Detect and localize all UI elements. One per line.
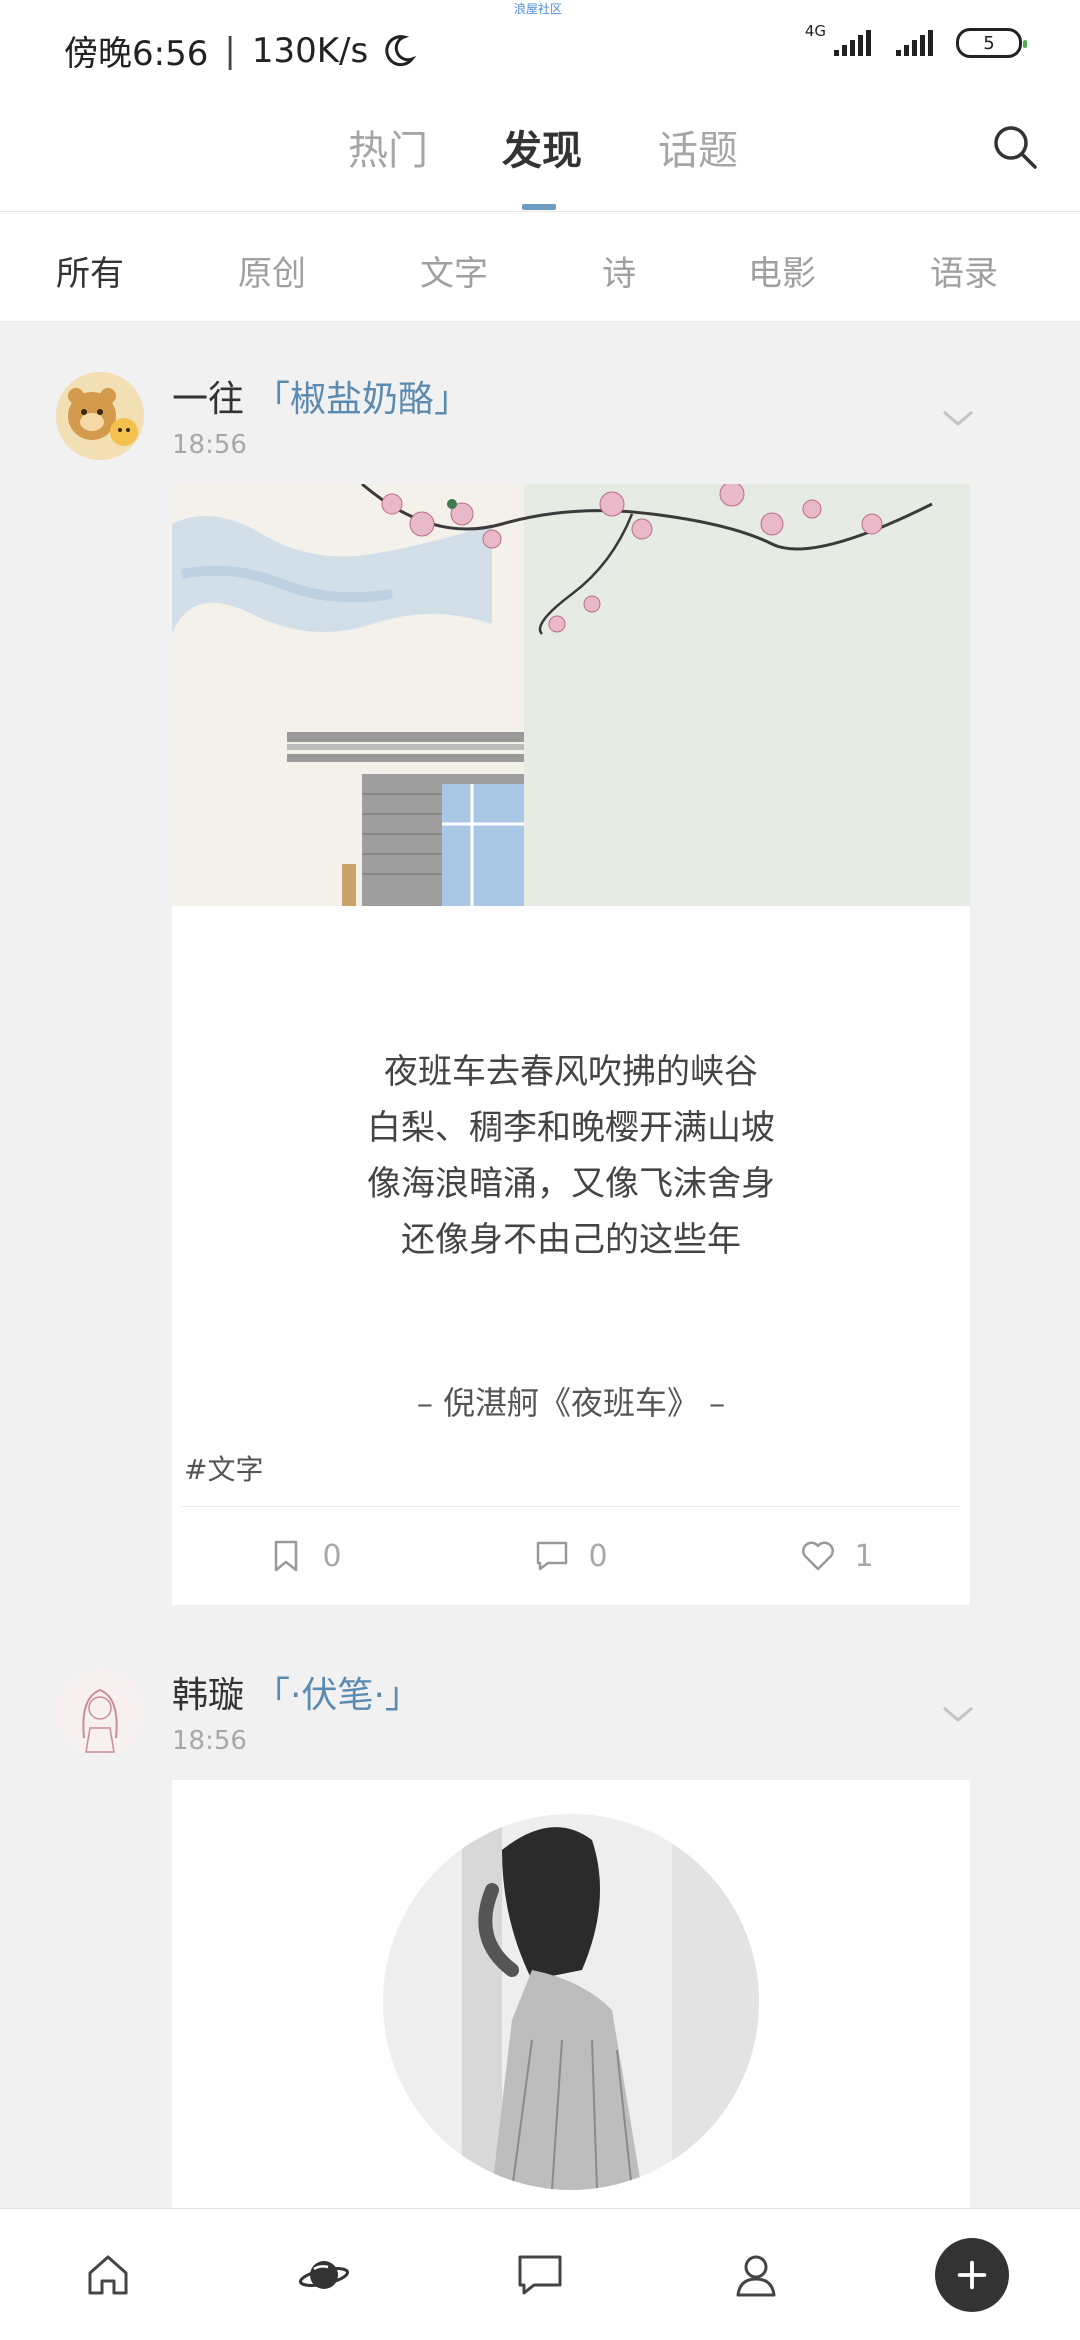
planet-icon bbox=[298, 2260, 350, 2289]
quote-line: 像海浪暗涌，又像飞沫舍身 bbox=[367, 1164, 775, 1204]
blossom-painting-image bbox=[172, 484, 970, 906]
category-quotes[interactable]: 语录 bbox=[930, 246, 998, 295]
post-actions: 0 0 1 bbox=[172, 1507, 970, 1605]
tab-indicator bbox=[522, 204, 556, 210]
network-label: 4G bbox=[804, 22, 826, 40]
post-content-card[interactable] bbox=[172, 1780, 970, 2208]
user-icon bbox=[736, 2255, 776, 2296]
signal-icon bbox=[834, 30, 871, 56]
moon-icon bbox=[385, 34, 417, 66]
nav-messages[interactable] bbox=[490, 2225, 590, 2325]
avatar[interactable] bbox=[56, 1668, 144, 1756]
author-line: 韩璇 「·伏笔·」 bbox=[172, 1666, 421, 1718]
nav-discover[interactable] bbox=[274, 2225, 374, 2325]
category-text[interactable]: 文字 bbox=[420, 246, 488, 295]
app-tag: 浪屋社区 bbox=[514, 2, 563, 16]
avatar[interactable] bbox=[56, 372, 144, 460]
comment-button[interactable]: 0 bbox=[438, 1538, 704, 1574]
category-poem[interactable]: 诗 bbox=[602, 246, 636, 295]
post-content-card[interactable]: 夜班车去春风吹拂的峡谷 白梨、稠李和晚樱开满山坡 像海浪暗涌，又像飞沫舍身 还像… bbox=[172, 484, 970, 1605]
plus-icon bbox=[957, 2260, 987, 2289]
add-button[interactable] bbox=[935, 2237, 1009, 2312]
search-icon[interactable] bbox=[990, 122, 1040, 172]
status-right: 4G 5 bbox=[793, 24, 1027, 58]
signal-icon-2 bbox=[896, 30, 933, 56]
status-separator: | bbox=[224, 30, 236, 71]
heart-icon bbox=[802, 1541, 835, 1571]
chevron-down-icon[interactable] bbox=[940, 406, 976, 430]
quote-source: – 倪湛舸《夜班车》 – bbox=[416, 1384, 726, 1422]
sad-girl-image bbox=[383, 1814, 759, 2190]
author-line: 一往 「椒盐奶酪」 bbox=[172, 370, 470, 422]
author-name[interactable]: 一往 bbox=[172, 370, 244, 422]
bookmark-icon bbox=[275, 1540, 298, 1572]
quote-line: 夜班车去春风吹拂的峡谷 bbox=[384, 1052, 758, 1092]
category-bar: 所有 原创 文字 诗 电影 语录 bbox=[0, 212, 1080, 322]
nav-profile[interactable] bbox=[706, 2225, 806, 2325]
post-time: 18:56 bbox=[172, 1726, 247, 1756]
like-count: 1 bbox=[854, 1538, 874, 1574]
tab-discover[interactable]: 发现 bbox=[502, 118, 582, 176]
quote-line: 还像身不由己的这些年 bbox=[401, 1220, 741, 1260]
category-movie[interactable]: 电影 bbox=[748, 246, 816, 295]
girl-avatar-icon bbox=[56, 1668, 144, 1756]
battery-level: 5 bbox=[983, 32, 995, 54]
book-name[interactable]: 「椒盐奶酪」 bbox=[254, 370, 470, 422]
post-hashtag[interactable]: #文字 bbox=[172, 1448, 970, 1488]
status-speed: 130K/s bbox=[251, 30, 369, 71]
tab-hot[interactable]: 热门 bbox=[348, 118, 428, 176]
category-all[interactable]: 所有 bbox=[56, 246, 124, 295]
tab-topics[interactable]: 话题 bbox=[658, 118, 738, 176]
feed[interactable]: 一往 「椒盐奶酪」 18:56 夜班车去春风吹拂的峡谷 白梨、稠李和晚樱开满山坡… bbox=[0, 322, 1080, 2208]
status-bar: 傍晚6:56 | 130K/s 浪屋社区 4G 5 bbox=[0, 0, 1080, 100]
like-button[interactable]: 1 bbox=[704, 1538, 970, 1574]
status-left: 傍晚6:56 | 130K/s bbox=[64, 26, 418, 75]
book-name[interactable]: 「·伏笔·」 bbox=[254, 1666, 421, 1718]
quote-text: 夜班车去春风吹拂的峡谷 白梨、稠李和晚樱开满山坡 像海浪暗涌，又像飞沫舍身 还像… bbox=[172, 1044, 970, 1268]
nav-add[interactable] bbox=[922, 2225, 1022, 2325]
nav-home[interactable] bbox=[58, 2225, 158, 2325]
bear-avatar-icon bbox=[56, 372, 144, 460]
chevron-down-icon[interactable] bbox=[940, 1702, 976, 1726]
author-name[interactable]: 韩璇 bbox=[172, 1666, 244, 1718]
post-time: 18:56 bbox=[172, 430, 247, 460]
bookmark-count: 0 bbox=[322, 1538, 342, 1574]
comment-icon bbox=[537, 1541, 568, 1571]
bottom-nav bbox=[0, 2208, 1080, 2340]
status-time: 傍晚6:56 bbox=[64, 34, 209, 74]
quote-line: 白梨、稠李和晚樱开满山坡 bbox=[367, 1108, 775, 1148]
bookmark-button[interactable]: 0 bbox=[172, 1538, 438, 1574]
comment-count: 0 bbox=[588, 1538, 608, 1574]
category-original[interactable]: 原创 bbox=[238, 246, 306, 295]
home-icon bbox=[88, 2255, 128, 2294]
message-icon bbox=[518, 2255, 562, 2294]
top-tabs: 热门 发现 话题 bbox=[0, 100, 1080, 212]
battery-indicator: 5 bbox=[956, 28, 1027, 58]
